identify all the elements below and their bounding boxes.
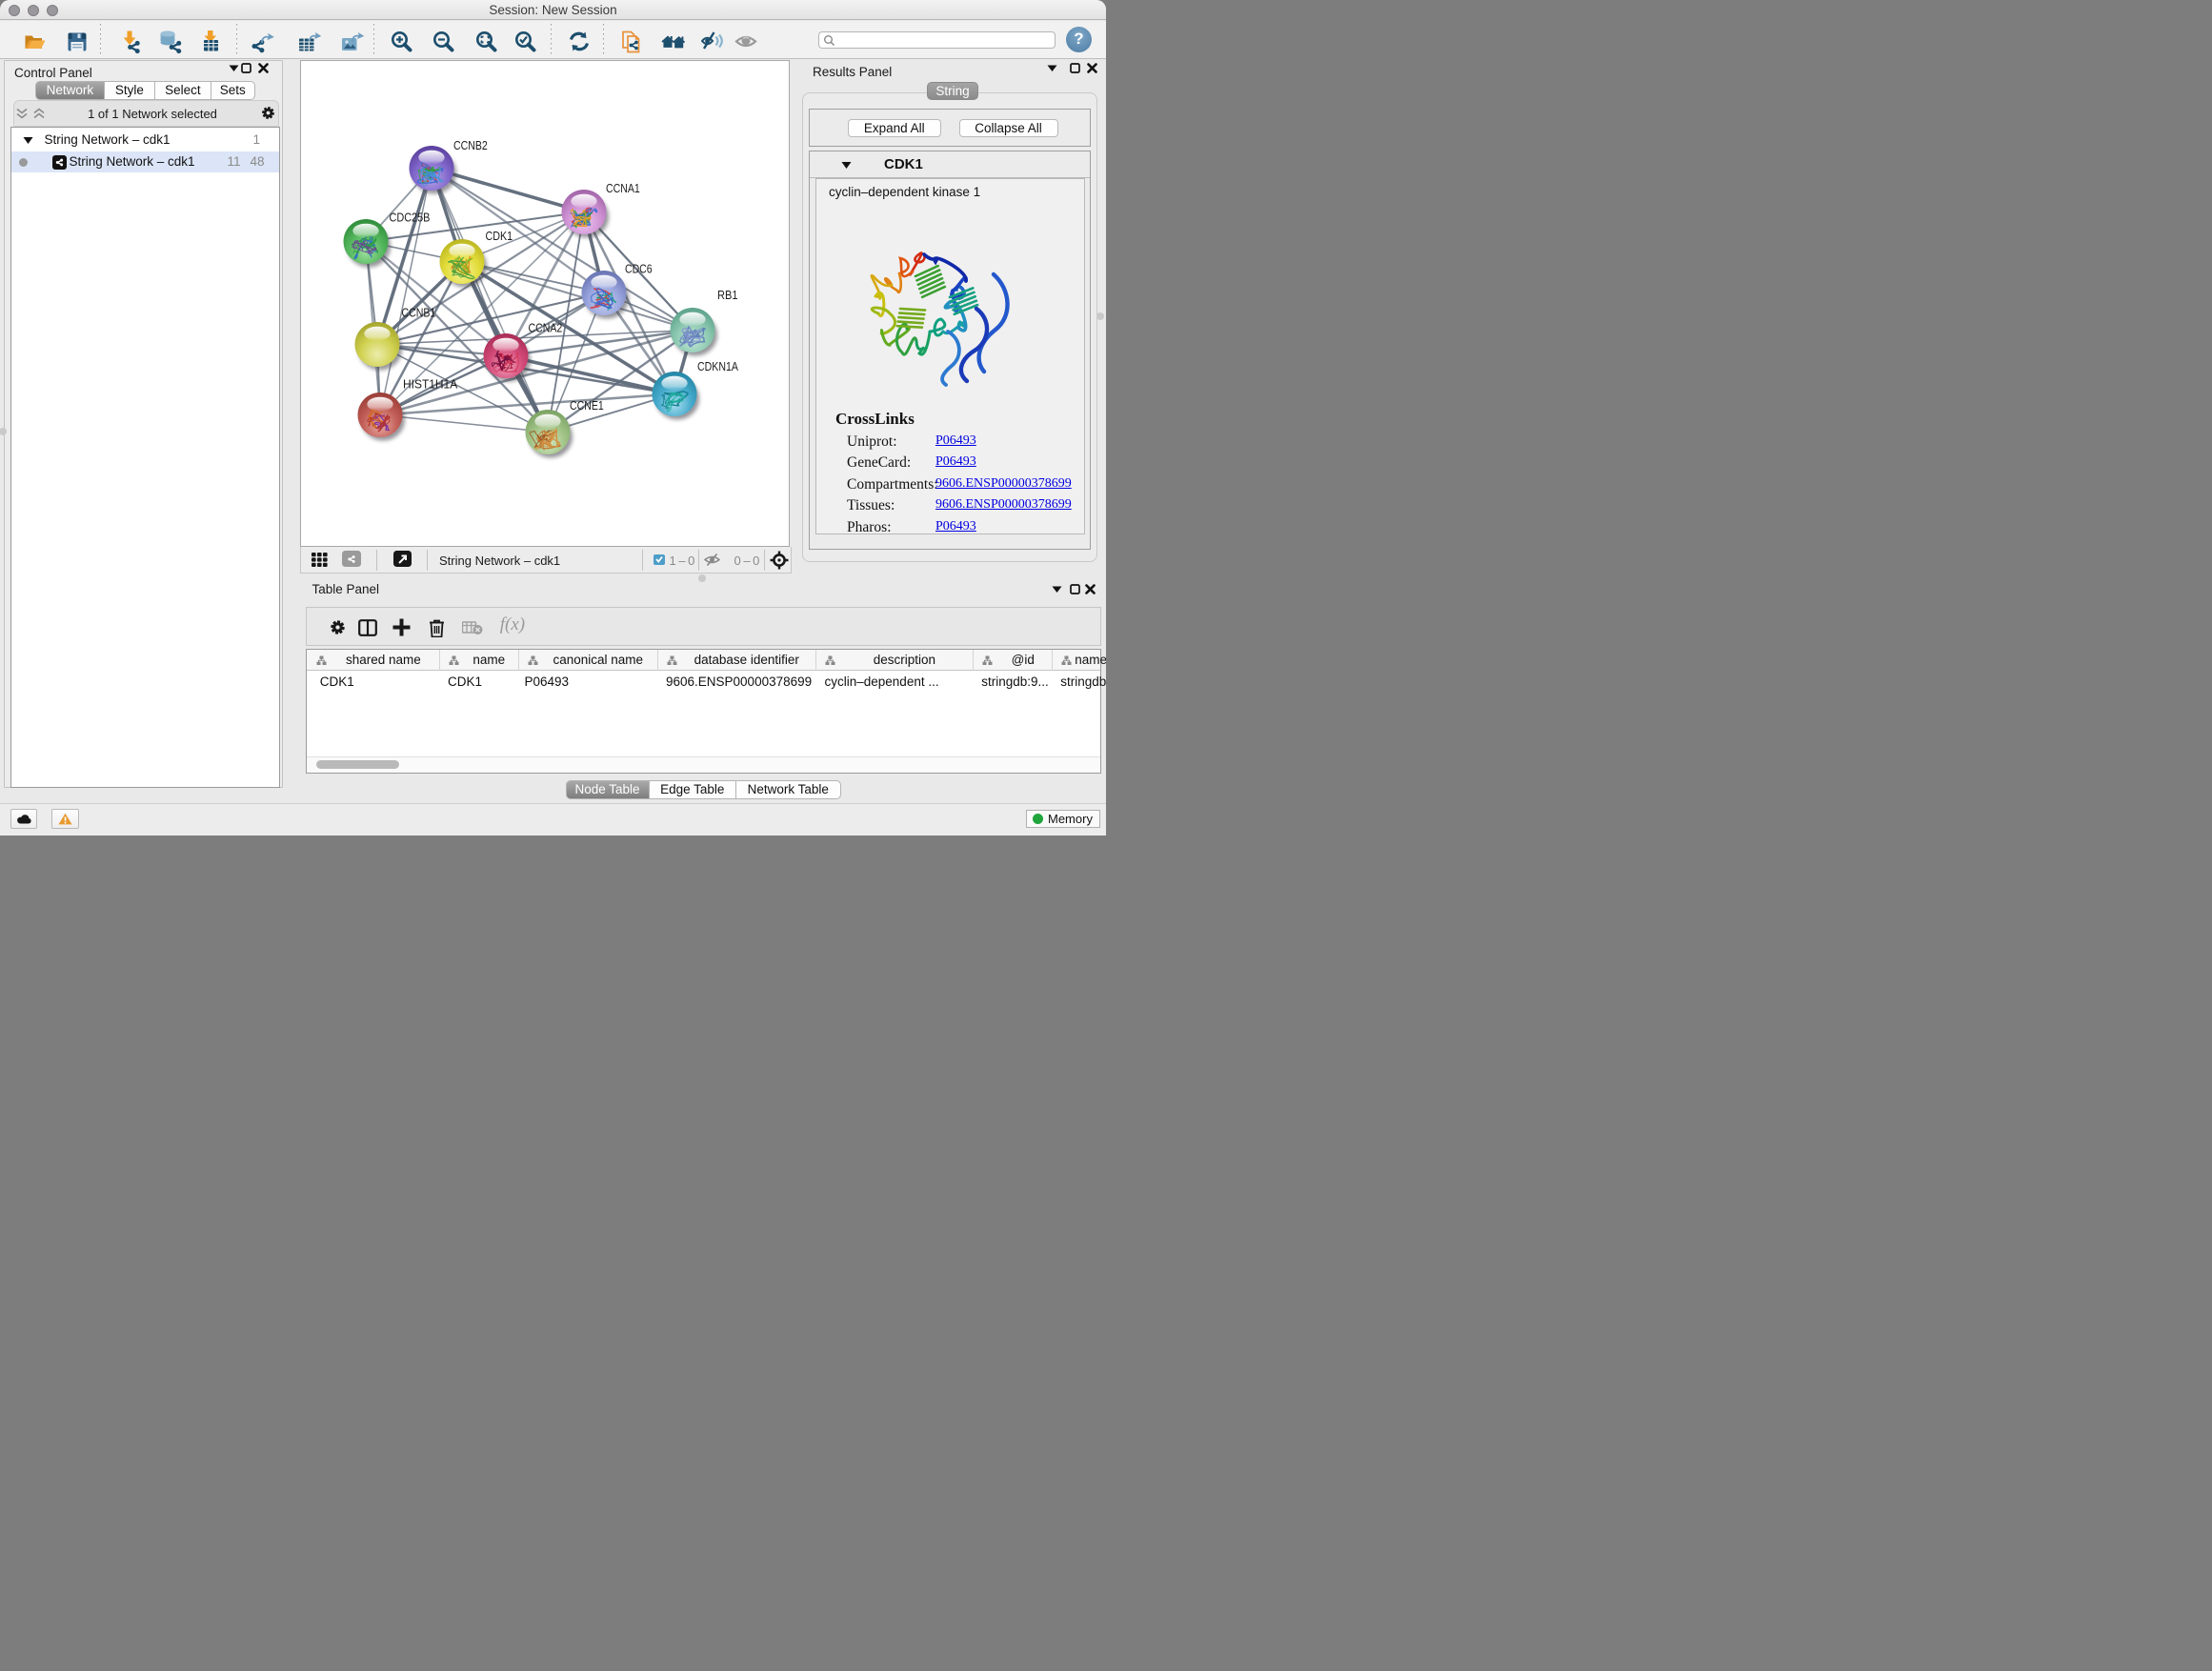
svg-text:CCNE1: CCNE1 xyxy=(570,398,604,413)
svg-text:CCNB2: CCNB2 xyxy=(453,138,488,152)
svg-text:CDK1: CDK1 xyxy=(486,229,513,243)
svg-text:RB1: RB1 xyxy=(717,288,738,302)
svg-text:CDC25B: CDC25B xyxy=(390,210,431,224)
svg-text:CDC6: CDC6 xyxy=(625,261,653,275)
svg-text:HIST1H1A: HIST1H1A xyxy=(403,376,457,391)
svg-text:CCNB1: CCNB1 xyxy=(402,305,436,319)
svg-text:CCNA2: CCNA2 xyxy=(529,320,563,334)
svg-text:CCNA1: CCNA1 xyxy=(606,181,640,195)
svg-text:CDKN1A: CDKN1A xyxy=(697,359,738,373)
